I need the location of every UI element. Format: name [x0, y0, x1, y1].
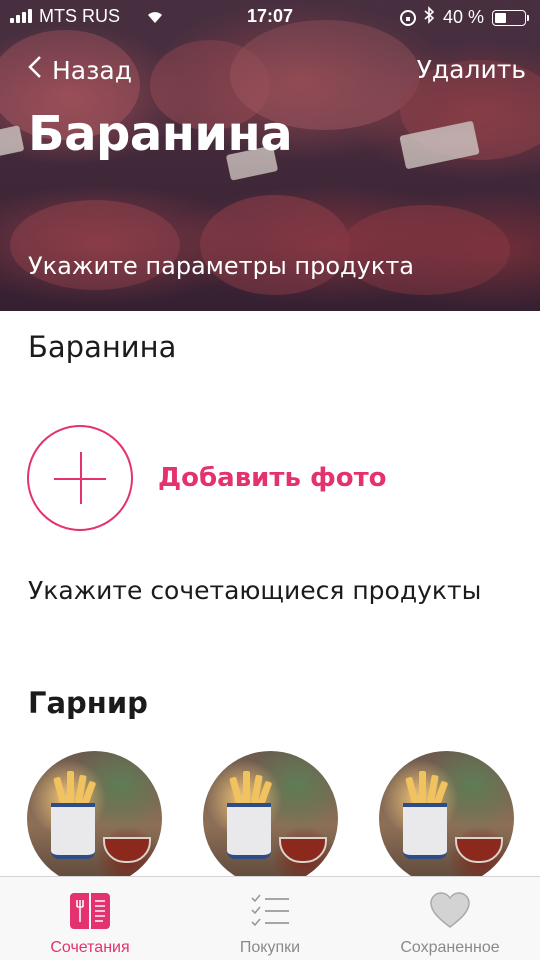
- back-button[interactable]: Назад: [28, 55, 132, 85]
- checklist-icon: [248, 891, 292, 931]
- section-title-garnish: Гарнир: [28, 686, 148, 720]
- bluetooth-icon: [424, 6, 435, 29]
- tab-purchases[interactable]: Покупки: [180, 877, 360, 961]
- add-photo-button[interactable]: Добавить фото: [27, 425, 387, 531]
- garnish-list: [27, 751, 537, 876]
- tab-bar: Сочетания Покупки Сохраненное: [0, 876, 540, 960]
- tab-saved[interactable]: Сохраненное: [360, 877, 540, 961]
- delete-button[interactable]: Удалить: [417, 55, 526, 84]
- battery-icon: [492, 9, 529, 26]
- back-label: Назад: [52, 55, 133, 85]
- status-bar: MTS RUS 17:07 40 %: [0, 0, 540, 36]
- tab-label: Покупки: [239, 939, 301, 956]
- chevron-left-icon: [28, 55, 42, 85]
- tab-label: Сохраненное: [400, 939, 500, 956]
- tab-label: Сочетания: [50, 939, 130, 956]
- pairs-hint: Укажите сочетающиеся продукты: [28, 576, 482, 605]
- add-photo-label: Добавить фото: [158, 463, 387, 493]
- garnish-item[interactable]: [27, 751, 162, 876]
- rotation-lock-icon: [399, 9, 416, 26]
- product-name-input[interactable]: [28, 330, 508, 364]
- heart-icon: [428, 891, 472, 931]
- page-subtitle: Укажите параметры продукта: [28, 252, 415, 280]
- tab-combinations[interactable]: Сочетания: [0, 877, 180, 961]
- book-icon: [68, 891, 112, 931]
- plus-icon: [27, 425, 133, 531]
- garnish-item[interactable]: [203, 751, 338, 876]
- garnish-item[interactable]: [379, 751, 514, 876]
- page-title: Баранина: [28, 106, 293, 162]
- battery-percent: 40 %: [442, 7, 484, 27]
